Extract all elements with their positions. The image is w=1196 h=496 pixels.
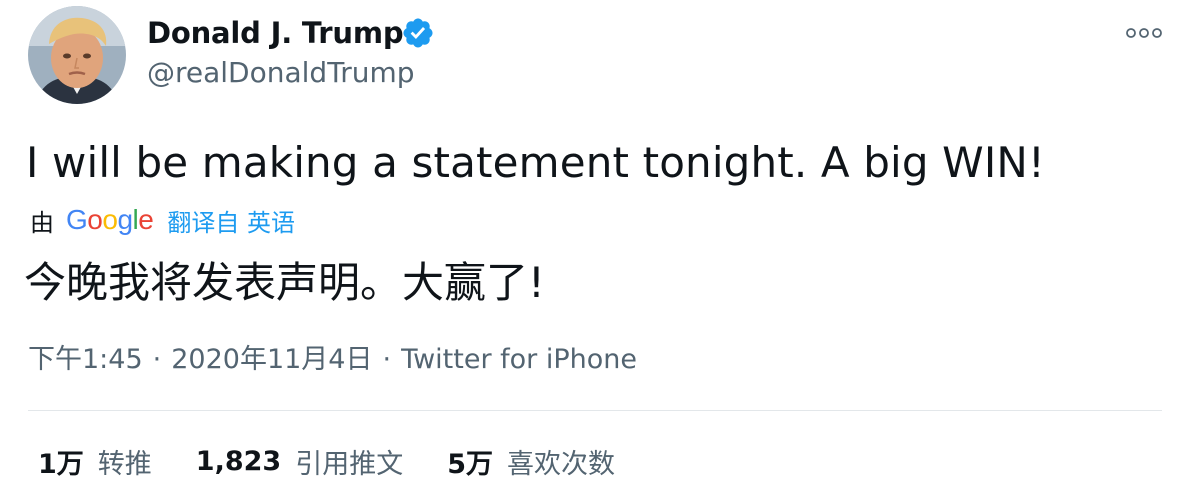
retweets-stat[interactable]: 1万 转推 (38, 442, 152, 481)
tweet-card: Donald J. Trump @realDonaldTrump I will … (0, 0, 1196, 496)
verified-badge-icon (403, 18, 433, 48)
tweet-text: I will be making a statement tonight. A … (26, 138, 1045, 187)
quote-tweets-stat[interactable]: 1,823 引用推文 (196, 442, 403, 481)
tweet-time[interactable]: 下午1:45 (28, 344, 143, 375)
like-count: 5万 (447, 448, 493, 480)
more-options-icon[interactable] (1122, 20, 1166, 46)
engagement-stats: 1万 转推 1,823 引用推文 5万 喜欢次数 (38, 440, 659, 482)
meta-separator: · (382, 344, 392, 375)
tweet-date[interactable]: 2020年11月4日 (171, 344, 372, 375)
likes-stat[interactable]: 5万 喜欢次数 (447, 442, 615, 481)
like-label: 喜欢次数 (507, 448, 615, 480)
avatar-image (28, 6, 126, 104)
display-name[interactable]: Donald J. Trump (147, 13, 404, 53)
avatar[interactable] (28, 6, 126, 104)
quote-tweet-label: 引用推文 (295, 448, 404, 480)
translation-attribution: 由 Google 翻译自 英语 (30, 202, 295, 238)
translated-tweet-text: 今晚我将发表声明。大赢了! (24, 258, 545, 307)
tweet-metadata: 下午1:45 · 2020年11月4日 · Twitter for iPhone (28, 340, 637, 380)
translate-link[interactable]: 翻译自 英语 (167, 203, 295, 238)
google-logo: Google (66, 204, 154, 235)
retweet-label: 转推 (97, 448, 152, 480)
divider (28, 410, 1162, 411)
meta-separator: · (152, 344, 162, 375)
translate-by-label: 由 (30, 208, 54, 237)
user-handle[interactable]: @realDonaldTrump (147, 53, 415, 93)
retweet-count: 1万 (38, 448, 84, 480)
tweet-source[interactable]: Twitter for iPhone (401, 344, 637, 375)
quote-tweet-count: 1,823 (195, 445, 282, 477)
